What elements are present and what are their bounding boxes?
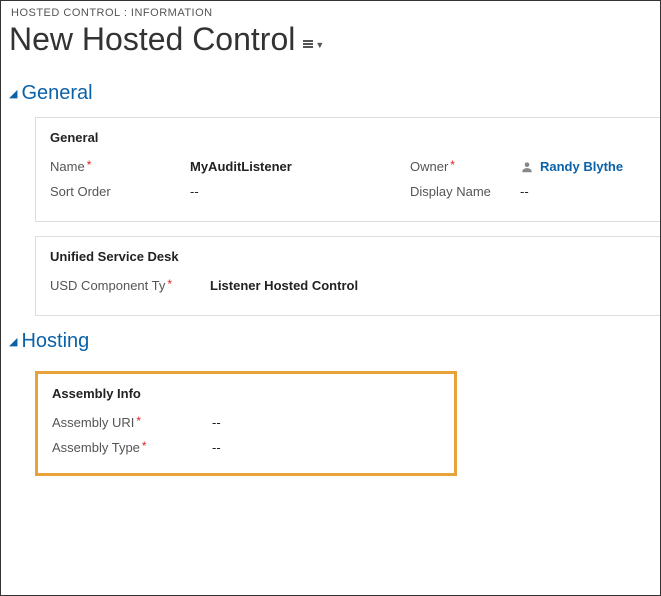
section-header-hosting[interactable]: ◢ Hosting (1, 316, 660, 365)
required-icon: * (136, 415, 141, 427)
label-assembly-uri: Assembly URI* (52, 415, 212, 430)
collapse-icon: ◢ (9, 335, 17, 348)
section-header-general[interactable]: ◢ General (1, 68, 660, 117)
section-title-general: General (21, 82, 92, 105)
panel-usd: Unified Service Desk USD Component Ty* L… (35, 236, 660, 316)
panel-title-general: General (50, 130, 646, 145)
field-assembly-uri[interactable]: -- (212, 415, 452, 430)
collapse-icon: ◢ (9, 87, 17, 100)
breadcrumb: HOSTED CONTROL : INFORMATION (1, 1, 660, 21)
field-component-type[interactable]: Listener Hosted Control (210, 278, 450, 293)
page-title-row: New Hosted Control ▼ (1, 21, 660, 68)
field-display-name[interactable]: -- (520, 184, 661, 199)
required-icon: * (450, 159, 455, 171)
field-name[interactable]: MyAuditListener (190, 159, 410, 174)
label-assembly-type: Assembly Type* (52, 440, 212, 455)
field-sort-order[interactable]: -- (190, 184, 410, 199)
label-owner: Owner* (410, 159, 520, 174)
label-sort-order: Sort Order (50, 184, 190, 199)
section-title-hosting: Hosting (21, 330, 89, 353)
owner-link[interactable]: Randy Blythe (540, 159, 623, 174)
panel-general: General Name* MyAuditListener Owner* Ran… (35, 117, 660, 222)
required-icon: * (142, 440, 147, 452)
chevron-down-icon: ▼ (315, 40, 324, 50)
label-component-type: USD Component Ty* (50, 278, 210, 293)
required-icon: * (167, 278, 172, 290)
field-assembly-type[interactable]: -- (212, 440, 452, 455)
panel-title-usd: Unified Service Desk (50, 249, 646, 264)
person-icon (520, 160, 534, 174)
page-title: New Hosted Control (9, 21, 295, 58)
required-icon: * (87, 159, 92, 171)
panel-assembly-info: Assembly Info Assembly URI* -- Assembly … (35, 371, 457, 476)
label-display-name: Display Name (410, 184, 520, 199)
list-icon (303, 40, 313, 48)
label-name: Name* (50, 159, 190, 174)
field-owner[interactable]: Randy Blythe (520, 159, 661, 174)
view-switcher-dropdown[interactable]: ▼ (303, 39, 324, 49)
panel-title-assembly: Assembly Info (52, 386, 440, 401)
